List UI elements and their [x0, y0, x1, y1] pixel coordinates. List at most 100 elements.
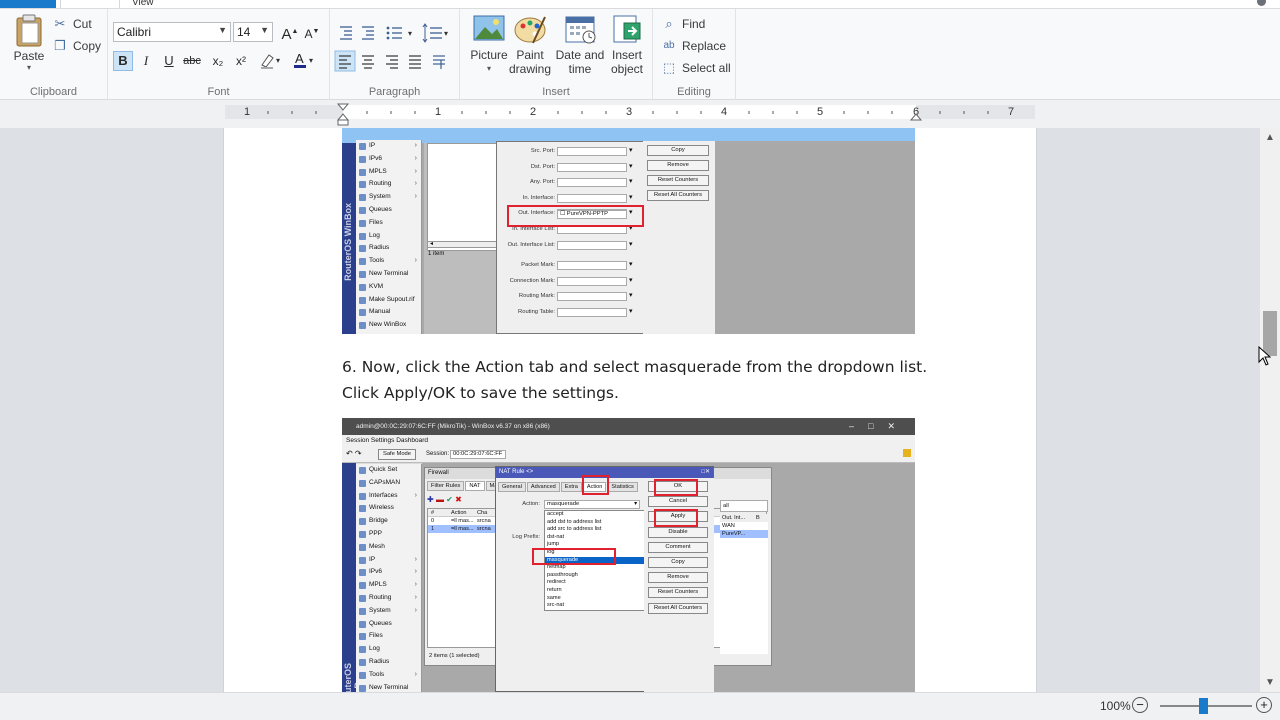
nat-dialog-title: NAT Rule <> — [499, 469, 534, 475]
action-value: masquerade — [547, 501, 580, 507]
winbox-menu-item: Make Supout.rif — [356, 294, 421, 307]
date-time-label: Date and time — [555, 48, 605, 76]
bullet-list-button[interactable] — [384, 23, 414, 43]
align-center-button[interactable] — [358, 51, 378, 71]
session-field: 00:0C:29:07:6C:FF — [450, 450, 506, 459]
winbox-menu-item: New Terminal — [356, 268, 421, 281]
column-header: # — [431, 510, 435, 516]
rule-field — [557, 162, 627, 172]
svg-text:A: A — [295, 51, 304, 66]
winbox-button: Cancel — [648, 496, 708, 508]
highlighter-icon: ▾ — [261, 54, 280, 69]
font-family-select[interactable]: Calibri ▼ — [113, 22, 231, 42]
embedded-image-winbox-filter[interactable]: RouterOS WinBox IPIPv6MPLSRoutingSystemQ… — [342, 128, 915, 334]
dropdown-option: dst-nat — [547, 533, 565, 540]
winbox-menu-item: Routing — [356, 592, 421, 605]
tab-file[interactable] — [0, 0, 56, 8]
paragraph-settings-button[interactable] — [429, 51, 449, 71]
winbox-button: Reset Counters — [648, 587, 708, 599]
grow-font-button[interactable]: A▲ — [280, 22, 300, 43]
chevron-down-icon: ▾ — [629, 292, 633, 300]
table-cell: PureVP... — [720, 530, 768, 538]
decrease-indent-button[interactable] — [338, 23, 356, 43]
dropdown-option: add src to address list — [547, 526, 602, 533]
rule-field-label: In. Interface: — [522, 194, 555, 201]
chevron-down-icon: ▾ — [629, 276, 633, 284]
align-left-button[interactable] — [335, 51, 355, 71]
picture-icon — [473, 15, 505, 41]
zoom-out-button[interactable]: − — [1132, 697, 1148, 713]
align-right-button[interactable] — [382, 51, 402, 71]
firewall-footer: 2 items (1 selected) — [429, 653, 480, 659]
winbox-menubar: Session Settings Dashboard — [342, 435, 915, 446]
scroll-up-icon[interactable]: ▲ — [1260, 132, 1280, 143]
winbox-menu-item: System — [356, 191, 421, 204]
superscript-button[interactable]: x² — [231, 51, 251, 71]
svg-text:▾: ▾ — [309, 56, 313, 65]
scissors-icon: ✂ — [54, 16, 66, 31]
winbox-menu-item: Log — [356, 230, 421, 243]
underline-button[interactable]: U — [159, 51, 179, 71]
tab-view[interactable]: View — [132, 0, 154, 8]
cut-button[interactable]: ✂ Cut — [52, 14, 92, 34]
font-color-button[interactable]: A ▾ — [290, 51, 318, 71]
paste-button[interactable]: Paste ▾ — [8, 13, 50, 72]
replace-label: Replace — [682, 39, 727, 53]
highlight-button[interactable]: ▾ — [257, 51, 285, 71]
shrink-font-button[interactable]: A▼ — [302, 22, 322, 42]
chevron-down-icon: ▼ — [260, 25, 269, 35]
date-time-button[interactable]: Date and time — [554, 13, 606, 76]
subscript-button[interactable]: x₂ — [208, 51, 228, 71]
tab-home[interactable] — [60, 0, 120, 8]
dropdown-option: same — [547, 594, 561, 601]
rule-field-label: Src. Port: — [530, 148, 555, 154]
zoom-in-button[interactable]: + — [1256, 697, 1272, 713]
line-spacing-button[interactable] — [420, 23, 450, 43]
vertical-scrollbar[interactable]: ▲ ▼ — [1260, 128, 1280, 692]
column-header: B — [756, 515, 760, 521]
help-icon[interactable] — [1257, 0, 1266, 6]
winbox-sidebar-strip: RouterOS WinBox — [342, 143, 356, 334]
font-size-select[interactable]: 14 ▼ — [233, 22, 273, 42]
bold-button[interactable]: B — [113, 51, 133, 71]
find-label: Find — [682, 17, 706, 31]
winbox-menu-item: Routing — [356, 178, 421, 191]
replace-button[interactable]: ab Replace — [661, 36, 726, 56]
embedded-image-winbox-nat-action[interactable]: admin@00:0C:29:07:6C:FF (MikroTik) - Win… — [342, 418, 915, 692]
find-button[interactable]: ⌕ Find — [661, 14, 705, 34]
font-group: Calibri ▼ 14 ▼ A▲ A▼ B I U abc x₂ x² ▾ A… — [108, 9, 330, 101]
ruler-number: 7 — [1008, 106, 1015, 118]
highlight-apply — [654, 509, 698, 527]
select-all-button[interactable]: ⬚ Select all — [661, 58, 731, 78]
paint-drawing-button[interactable]: Paint drawing — [504, 13, 556, 76]
italic-button[interactable]: I — [136, 51, 156, 71]
winbox-button: Copy — [647, 145, 709, 156]
rule-field — [557, 240, 627, 250]
paint-palette-icon — [514, 16, 546, 44]
increase-indent-button[interactable] — [360, 23, 378, 43]
rule-field-label: Routing Table: — [518, 309, 555, 315]
strikethrough-button[interactable]: abc — [182, 51, 202, 71]
action-select: masquerade ▾ — [544, 500, 640, 509]
zoom-slider-thumb[interactable] — [1199, 698, 1208, 714]
rule-field — [557, 178, 627, 188]
document-canvas[interactable]: RouterOS WinBox IPIPv6MPLSRoutingSystemQ… — [0, 128, 1260, 692]
highlight-masquerade — [532, 548, 616, 565]
winbox-menu-item: Mesh — [356, 541, 421, 554]
dropdown-option: netmap — [547, 564, 566, 571]
justify-button[interactable] — [405, 51, 425, 71]
ruler-number: 3 — [626, 106, 633, 118]
replace-icon: ab — [663, 40, 675, 51]
dropdown-option: return — [547, 586, 562, 593]
undo-icon: ↶ ↷ — [346, 449, 362, 458]
winbox-sidebar-text: RouterOS WinBox — [343, 203, 353, 281]
copy-button[interactable]: ❐ Copy — [52, 36, 101, 56]
nat-tab: General — [498, 482, 526, 492]
scroll-down-icon[interactable]: ▼ — [1260, 677, 1280, 688]
firewall-tab: NAT — [465, 481, 485, 491]
winbox-menu: Quick SetCAPsMANInterfacesWirelessBridge… — [356, 464, 422, 692]
log-prefix-label: Log Prefix: — [512, 534, 540, 540]
binoculars-icon: ⌕ — [665, 16, 673, 31]
insert-object-button[interactable]: Insert object — [602, 13, 652, 76]
winbox-menu-item: Radius — [356, 242, 421, 255]
